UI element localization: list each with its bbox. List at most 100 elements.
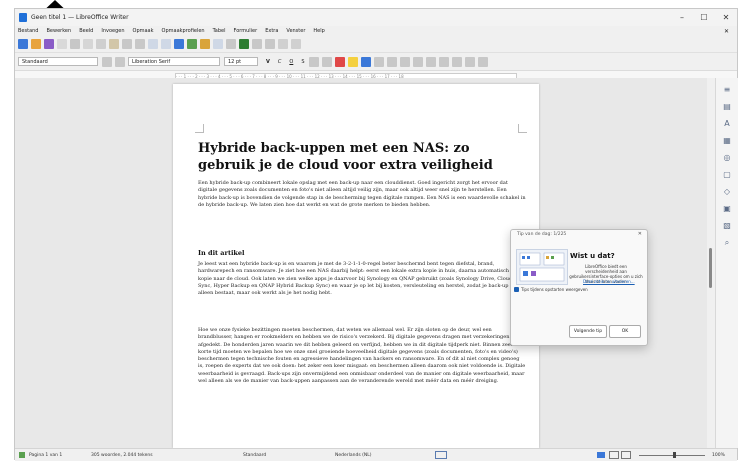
insert-chart-icon[interactable] bbox=[200, 39, 210, 49]
align-center-icon[interactable] bbox=[373, 56, 384, 67]
special-character-icon[interactable] bbox=[226, 39, 236, 49]
zoom-level[interactable]: 100% bbox=[712, 453, 725, 458]
manage-changes-icon[interactable]: ▣ bbox=[722, 204, 732, 214]
writer-app-icon bbox=[19, 13, 27, 22]
document-page[interactable]: Hybride back-uppen met een NAS: zo gebru… bbox=[173, 84, 539, 448]
align-right-icon[interactable] bbox=[386, 56, 397, 67]
multi-page-view-icon[interactable] bbox=[609, 451, 619, 459]
menu-venster[interactable]: Venster bbox=[286, 28, 305, 34]
ok-button[interactable]: OK bbox=[609, 325, 641, 338]
menu-beeld[interactable]: Beeld bbox=[79, 28, 93, 34]
hyperlink-icon[interactable] bbox=[239, 39, 249, 49]
dialog-close-icon[interactable]: ✕ bbox=[638, 231, 642, 237]
strikethrough-button[interactable]: S bbox=[301, 59, 304, 65]
close-button[interactable]: ✕ bbox=[715, 13, 737, 22]
language[interactable]: Nederlands (NL) bbox=[335, 453, 372, 458]
scrollbar-thumb[interactable] bbox=[709, 248, 712, 288]
page-status-icon bbox=[19, 452, 25, 458]
menu-invoegen[interactable]: Invoegen bbox=[101, 28, 124, 34]
new-style-icon[interactable] bbox=[115, 56, 125, 67]
font-size-select[interactable]: 12 pt bbox=[224, 57, 258, 66]
show-tips-checkbox[interactable]: Tips tijdens opstarten weergeven bbox=[514, 287, 588, 292]
word-count[interactable]: 305 woorden, 2.044 tekens bbox=[91, 453, 153, 458]
superscript-icon[interactable] bbox=[308, 56, 319, 67]
gallery-icon[interactable]: ▦ bbox=[722, 136, 732, 146]
window-title: Geen titel 1 — LibreOffice Writer bbox=[31, 14, 129, 21]
standard-toolbar bbox=[15, 36, 737, 53]
insert-table-icon[interactable] bbox=[174, 39, 184, 49]
sidebar-menu-icon[interactable]: ≡ bbox=[722, 85, 732, 95]
print-icon[interactable] bbox=[70, 39, 80, 49]
highlight-icon[interactable] bbox=[347, 56, 358, 67]
navigator-icon[interactable]: ◎ bbox=[722, 153, 732, 163]
style-inspector-icon[interactable]: ◇ bbox=[722, 187, 732, 197]
indent-icon[interactable] bbox=[451, 56, 462, 67]
checkbox-label: Tips tijdens opstarten weergeven bbox=[521, 287, 588, 292]
justify-icon[interactable] bbox=[399, 56, 410, 67]
menu-bewerken[interactable]: Bewerken bbox=[46, 28, 71, 34]
menu-help[interactable]: Help bbox=[313, 28, 324, 34]
font-color-icon[interactable] bbox=[334, 56, 345, 67]
outline-icon[interactable] bbox=[438, 56, 449, 67]
bold-button[interactable]: V bbox=[266, 59, 270, 65]
shapes-icon[interactable] bbox=[291, 39, 301, 49]
menu-opmaak[interactable]: Opmaak bbox=[133, 28, 154, 34]
page-count[interactable]: Pagina 1 van 1 bbox=[29, 453, 62, 458]
menu-formulier[interactable]: Formulier bbox=[234, 28, 258, 34]
export-pdf-icon[interactable] bbox=[57, 39, 67, 49]
page-icon[interactable]: ▢ bbox=[722, 170, 732, 180]
find-replace-icon[interactable] bbox=[148, 39, 158, 49]
subscript-icon[interactable] bbox=[321, 56, 332, 67]
paste-icon[interactable] bbox=[109, 39, 119, 49]
paragraph-style-select[interactable]: Standaard bbox=[18, 57, 98, 66]
redo-icon[interactable] bbox=[135, 39, 145, 49]
find-icon[interactable]: ⌕ bbox=[722, 238, 732, 248]
maximize-button[interactable]: ☐ bbox=[693, 13, 715, 22]
tip-action-link[interactable]: Deze actie nu uitvoeren... bbox=[583, 279, 635, 284]
design-icon[interactable]: ▧ bbox=[722, 221, 732, 231]
minimize-button[interactable]: – bbox=[671, 13, 693, 22]
spelling-icon[interactable] bbox=[161, 39, 171, 49]
zoom-slider-handle[interactable] bbox=[673, 452, 676, 458]
new-document-icon[interactable] bbox=[18, 39, 28, 49]
checkbox-checked-icon[interactable] bbox=[514, 287, 519, 292]
bullet-list-icon[interactable] bbox=[412, 56, 423, 67]
book-view-icon[interactable] bbox=[621, 451, 631, 459]
tip-illustration bbox=[516, 249, 568, 285]
menu-bestand[interactable]: Bestand bbox=[18, 28, 38, 34]
page-style[interactable]: Standaard bbox=[243, 453, 266, 458]
styles-icon[interactable]: A bbox=[722, 119, 732, 129]
line-icon[interactable] bbox=[278, 39, 288, 49]
undo-icon[interactable] bbox=[122, 39, 132, 49]
insert-image-icon[interactable] bbox=[187, 39, 197, 49]
tip-of-the-day-dialog: Tip van de dag: 1/225 ✕ Wist u dat? Libr… bbox=[510, 229, 648, 346]
vertical-scrollbar[interactable] bbox=[707, 78, 715, 448]
copy-icon[interactable] bbox=[96, 39, 106, 49]
open-icon[interactable] bbox=[31, 39, 41, 49]
formatting-toolbar: Standaard Liberation Serif 12 pt V C O S bbox=[15, 53, 737, 71]
paragraph-spacing-icon[interactable] bbox=[477, 56, 488, 67]
close-document-icon[interactable]: ✕ bbox=[724, 28, 729, 35]
dialog-title: Tip van de dag: 1/225 bbox=[517, 232, 567, 237]
update-style-icon[interactable] bbox=[102, 56, 112, 67]
insert-mode-icon[interactable] bbox=[435, 451, 447, 459]
next-tip-button[interactable]: Volgende tip bbox=[569, 325, 607, 338]
align-left-icon[interactable] bbox=[360, 56, 371, 67]
font-name-select[interactable]: Liberation Serif bbox=[128, 57, 220, 66]
cut-icon[interactable] bbox=[83, 39, 93, 49]
footnote-icon[interactable] bbox=[252, 39, 262, 49]
comment-icon[interactable] bbox=[265, 39, 275, 49]
zoom-slider[interactable] bbox=[639, 455, 705, 456]
page-margin-mark bbox=[518, 124, 527, 133]
underline-button[interactable]: O bbox=[289, 59, 293, 65]
italic-button[interactable]: C bbox=[278, 59, 282, 65]
numbered-list-icon[interactable] bbox=[425, 56, 436, 67]
save-icon[interactable] bbox=[44, 39, 54, 49]
menu-opmaakprofielen[interactable]: Opmaakprofielen bbox=[162, 28, 205, 34]
properties-icon[interactable]: ▤ bbox=[722, 102, 732, 112]
insert-textbox-icon[interactable] bbox=[213, 39, 223, 49]
single-page-view-icon[interactable] bbox=[597, 452, 605, 458]
line-spacing-icon[interactable] bbox=[464, 56, 475, 67]
menu-extra[interactable]: Extra bbox=[265, 28, 278, 34]
menu-tabel[interactable]: Tabel bbox=[213, 28, 226, 34]
